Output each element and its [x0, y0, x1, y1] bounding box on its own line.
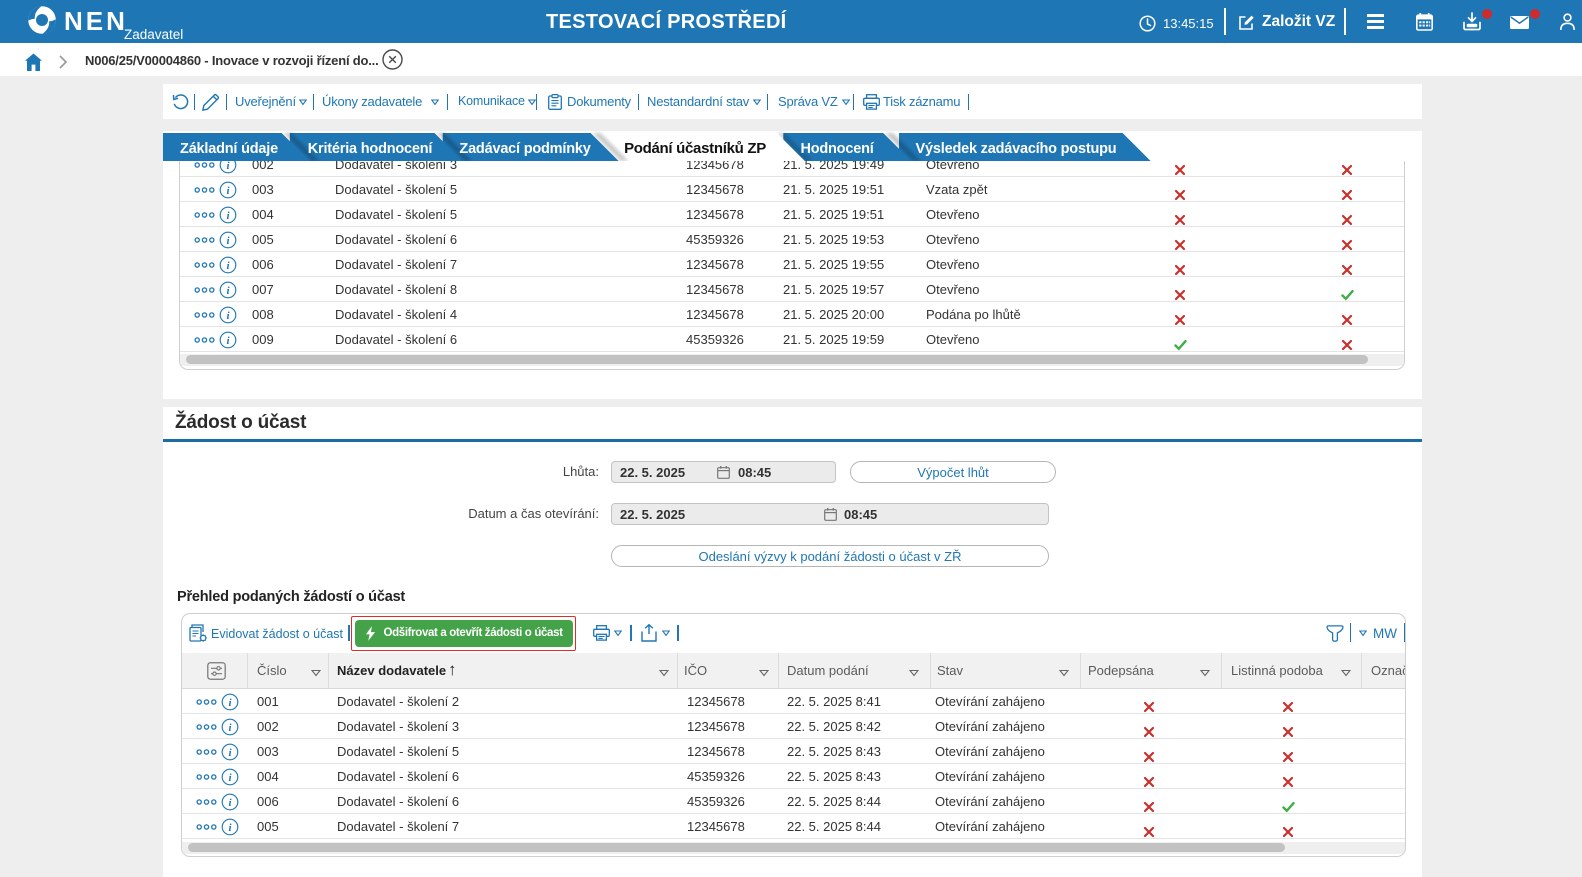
svg-text:i: i [226, 260, 230, 272]
svg-text:Hodnocení: Hodnocení [800, 141, 874, 157]
svg-text:i: i [226, 185, 230, 197]
svg-text:Základní údaje: Základní údaje [180, 141, 278, 157]
svg-text:i: i [226, 160, 230, 172]
svg-text:Výsledek zadávacího postupu: Výsledek zadávacího postupu [916, 141, 1117, 157]
svg-text:i: i [228, 772, 232, 784]
svg-text:i: i [226, 310, 230, 322]
svg-text:Podání účastníků ZP: Podání účastníků ZP [624, 140, 766, 157]
svg-text:i: i [228, 722, 232, 734]
svg-text:i: i [228, 697, 232, 709]
svg-text:Kritéria hodnocení: Kritéria hodnocení [308, 141, 434, 157]
svg-text:i: i [228, 747, 232, 759]
svg-text:i: i [226, 285, 230, 297]
svg-text:i: i [228, 822, 232, 834]
svg-text:i: i [226, 210, 230, 222]
svg-text:i: i [228, 797, 232, 809]
svg-text:i: i [226, 235, 230, 247]
svg-text:Zadávací podmínky: Zadávací podmínky [459, 141, 590, 157]
svg-text:i: i [226, 335, 230, 347]
